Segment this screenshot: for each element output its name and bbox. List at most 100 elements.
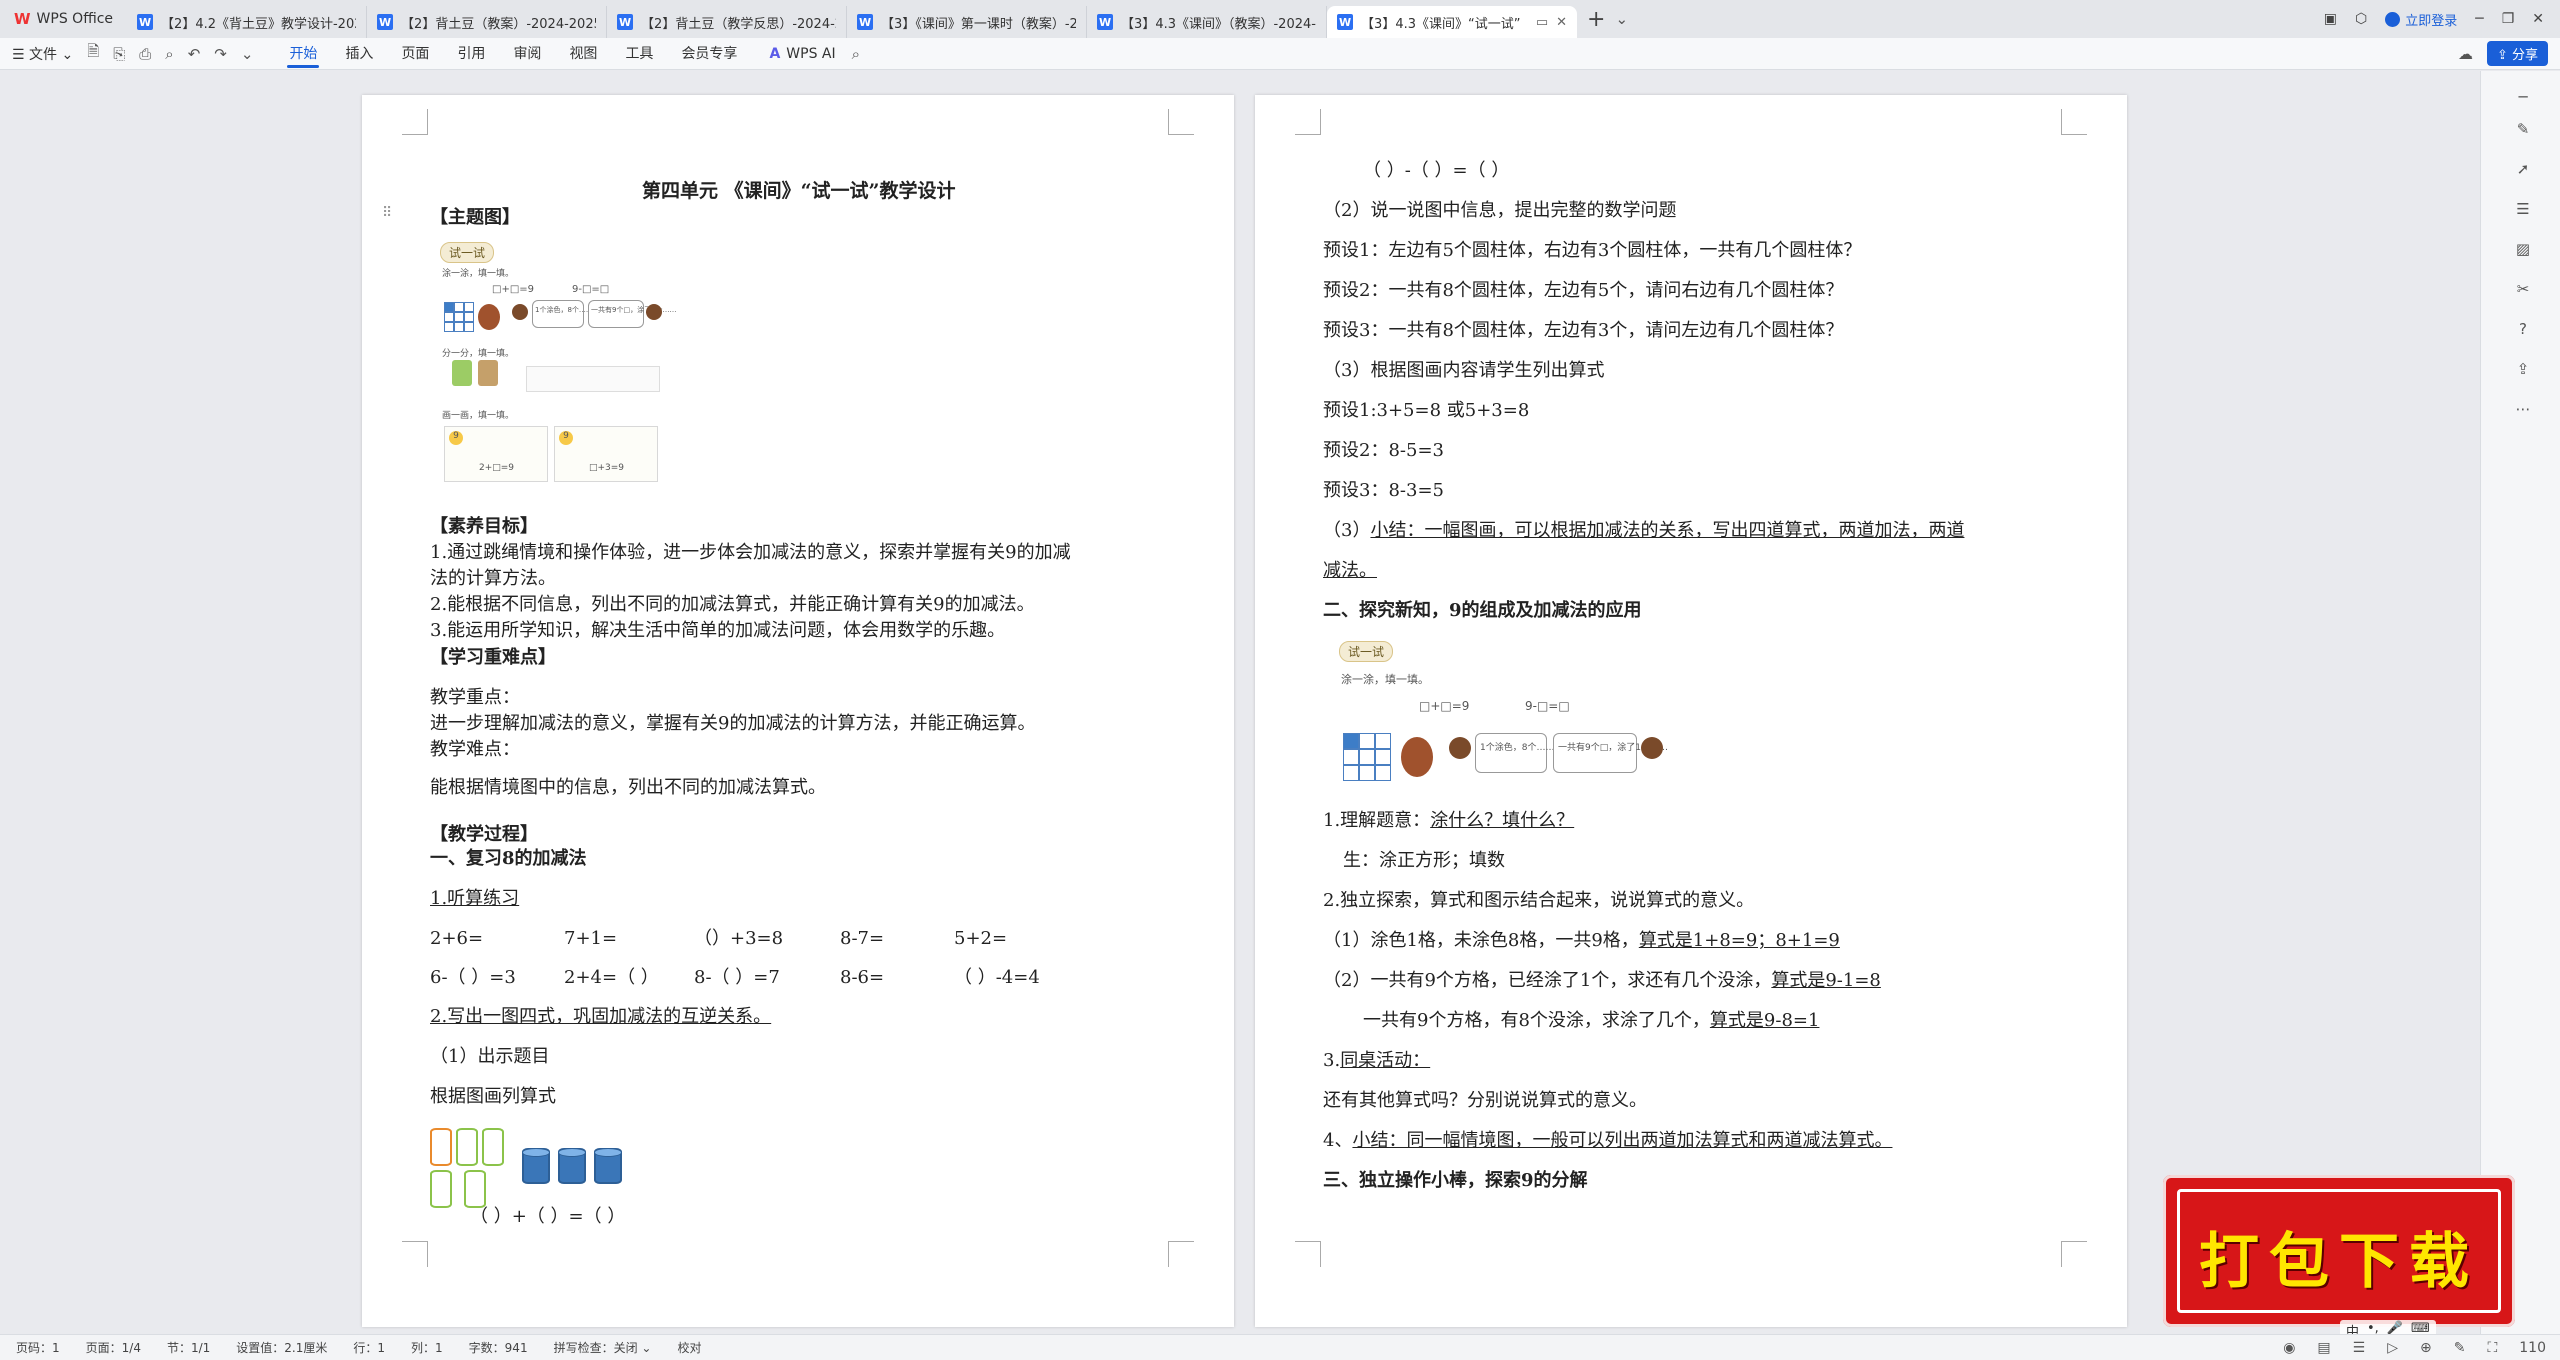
body-text: 4、 xyxy=(1323,1130,1353,1151)
document-page-1[interactable]: ⠿ 第四单元 《课间》“试一试”教学设计 【主题图】 试一试 涂一涂，填一填。 … xyxy=(362,95,1234,1327)
close-window-icon[interactable]: ✕ xyxy=(2532,11,2544,27)
cloud-sync-icon[interactable]: ☁ xyxy=(2458,45,2473,63)
process-heading: 【教学过程】 xyxy=(430,824,538,845)
zoom-level[interactable]: 110 xyxy=(2519,1340,2546,1356)
tab-page[interactable]: 页面 xyxy=(387,38,443,70)
image-edit-icon[interactable]: ▨ xyxy=(2513,239,2533,259)
layout-icon[interactable]: ▣ xyxy=(2324,11,2337,27)
restore-icon[interactable]: ❐ xyxy=(2502,11,2515,27)
status-column[interactable]: 列：1 xyxy=(411,1339,443,1356)
pen-icon[interactable]: ✎ xyxy=(2513,119,2533,139)
proofread-button[interactable]: 校对 xyxy=(677,1339,701,1356)
status-page-number[interactable]: 页码：1 xyxy=(16,1339,60,1356)
print-icon[interactable]: ⎙ xyxy=(139,45,151,63)
page-corner-mark xyxy=(1295,1241,1321,1267)
tab-references[interactable]: 引用 xyxy=(443,38,499,70)
wps-ai-button[interactable]: A WPS AI xyxy=(769,46,835,62)
cylinder xyxy=(594,1148,622,1184)
share-icon: ⇪ xyxy=(2496,48,2508,63)
print-preview-icon[interactable]: ⌕ xyxy=(165,45,173,63)
download-banner[interactable]: 打包下载 xyxy=(2163,1175,2515,1327)
document-tab-active[interactable]: W 【3】4.3《课间》“试一试” ▭ ✕ xyxy=(1327,6,1578,38)
document-tab-4[interactable]: W 【3】《课间》第一课时（教案）-202 xyxy=(847,6,1088,38)
summary-line: 减法。 xyxy=(1323,560,1377,581)
fig-equation: □+3=9 xyxy=(589,463,625,473)
help-icon[interactable]: ? xyxy=(2513,319,2533,339)
status-page-count[interactable]: 页面：1/4 xyxy=(86,1339,141,1356)
document-tab-3[interactable]: W 【2】背土豆（教学反思）-2024-202 xyxy=(607,6,848,38)
file-menu[interactable]: ☰ 文件 ⌄ xyxy=(12,44,73,64)
document-tab-2[interactable]: W 【2】背土豆（教案）-2024-2025学 xyxy=(367,6,608,38)
paragraph-drag-handle-icon[interactable]: ⠿ xyxy=(382,205,392,221)
app-home-tab[interactable]: W WPS Office xyxy=(0,0,127,38)
outline-view-icon[interactable]: ☰ xyxy=(2353,1340,2366,1356)
document-tab-5[interactable]: W 【3】4.3《课间》（教案）-2024-20 xyxy=(1087,6,1328,38)
quick-access-chevron-icon[interactable]: ⌄ xyxy=(241,45,254,63)
grid-cell xyxy=(444,302,454,312)
document-workspace: ⠿ 第四单元 《课间》“试一试”教学设计 【主题图】 试一试 涂一涂，填一填。 … xyxy=(0,71,2480,1334)
minimize-icon[interactable]: ─ xyxy=(2475,11,2483,27)
edit-mode-icon[interactable]: ✎ xyxy=(2454,1340,2466,1356)
collapse-panel-icon[interactable]: ─ xyxy=(2513,87,2533,107)
goal-line: 法的计算方法。 xyxy=(430,568,556,589)
fit-page-icon[interactable]: ⛶ xyxy=(2487,1340,2497,1356)
exercise-item: 8-6= xyxy=(840,967,885,988)
cylinder xyxy=(456,1128,478,1166)
cube-icon[interactable]: ⬡ xyxy=(2355,11,2367,27)
section-heading: 一、复习8的加减法 xyxy=(430,848,587,869)
page-corner-mark xyxy=(1168,1241,1194,1267)
redo-icon[interactable]: ↷ xyxy=(214,45,227,63)
grid-cell xyxy=(1343,749,1359,765)
share-button[interactable]: ⇪ 分享 xyxy=(2486,41,2548,66)
cylinder xyxy=(430,1128,452,1166)
right-tool-panel: ─ ✎ ➚ ☰ ▨ ✂ ? ⇪ ⋯ xyxy=(2480,71,2560,1334)
login-link[interactable]: 立即登录 xyxy=(2385,10,2457,29)
exercise-item: 8-7= xyxy=(840,928,885,949)
circled-number: 9 xyxy=(559,431,573,445)
tab-window-icon[interactable]: ▭ xyxy=(1536,15,1548,30)
tab-review[interactable]: 审阅 xyxy=(499,38,555,70)
fig-equation: 9-□=□ xyxy=(1525,699,1570,713)
tab-home[interactable]: 开始 xyxy=(275,38,331,70)
grid-cell xyxy=(444,312,454,322)
export-pdf-icon[interactable]: ⎘ xyxy=(113,45,125,63)
status-word-count[interactable]: 字数：941 xyxy=(469,1339,528,1356)
more-icon[interactable]: ⋯ xyxy=(2513,399,2533,419)
document-tab-1[interactable]: W 【2】4.2《背土豆》教学设计-2024- xyxy=(127,6,368,38)
tab-list-chevron-icon[interactable]: ⌄ xyxy=(1615,10,1628,28)
goal-line: 2.能根据不同信息，列出不同的加减法算式，并能正确计算有关9的加减法。 xyxy=(430,594,1035,615)
document-title: 第四单元 《课间》“试一试”教学设计 xyxy=(642,180,956,202)
eye-protection-icon[interactable]: ◉ xyxy=(2283,1340,2295,1356)
select-cursor-icon[interactable]: ➚ xyxy=(2513,159,2533,179)
close-tab-icon[interactable]: ✕ xyxy=(1556,15,1567,30)
status-setting-value[interactable]: 设置值：2.1厘米 xyxy=(236,1339,327,1356)
spell-check-toggle[interactable]: 拼写检查：关闭 ⌄ xyxy=(554,1339,652,1356)
body-line: 根据图画列算式 xyxy=(430,1086,556,1107)
play-icon[interactable]: ▷ xyxy=(2387,1340,2398,1356)
page-view-icon[interactable]: ▤ xyxy=(2317,1340,2330,1356)
grid-cell xyxy=(464,312,474,322)
status-section[interactable]: 节：1/1 xyxy=(167,1339,210,1356)
square-grid xyxy=(444,302,474,332)
word-doc-icon: W xyxy=(137,14,154,30)
tab-tools[interactable]: 工具 xyxy=(611,38,667,70)
tab-label: 【2】背土豆（教学反思）-2024-202 xyxy=(641,16,836,32)
formula-text: 算式是9-1=8 xyxy=(1771,970,1881,991)
tab-member[interactable]: 会员专享 xyxy=(667,38,751,70)
tab-view[interactable]: 视图 xyxy=(555,38,611,70)
search-icon[interactable]: ⌕ xyxy=(852,45,860,63)
settings-sliders-icon[interactable]: ☰ xyxy=(2513,199,2533,219)
document-page-2[interactable]: （ ）-（ ）=（ ） （2）说一说图中信息，提出完整的数学问题 预设1：左边有… xyxy=(1255,95,2127,1327)
new-tab-button[interactable]: + xyxy=(1577,7,1615,32)
web-view-icon[interactable]: ⊕ xyxy=(2420,1340,2432,1356)
status-row[interactable]: 行：1 xyxy=(353,1339,385,1356)
summary-prefix: （3） xyxy=(1323,520,1371,541)
app-name: WPS Office xyxy=(36,11,114,27)
share-panel-icon[interactable]: ⇪ xyxy=(2513,359,2533,379)
body-line: 预设1:3+5=8 或5+3=8 xyxy=(1323,400,1530,421)
tools-icon[interactable]: ✂ xyxy=(2513,279,2533,299)
tab-insert[interactable]: 插入 xyxy=(331,38,387,70)
undo-icon[interactable]: ↶ xyxy=(188,45,201,63)
save-icon[interactable]: 🗎 xyxy=(87,41,99,66)
speech-bubble: 1个涂色，8个…… xyxy=(1475,733,1554,773)
